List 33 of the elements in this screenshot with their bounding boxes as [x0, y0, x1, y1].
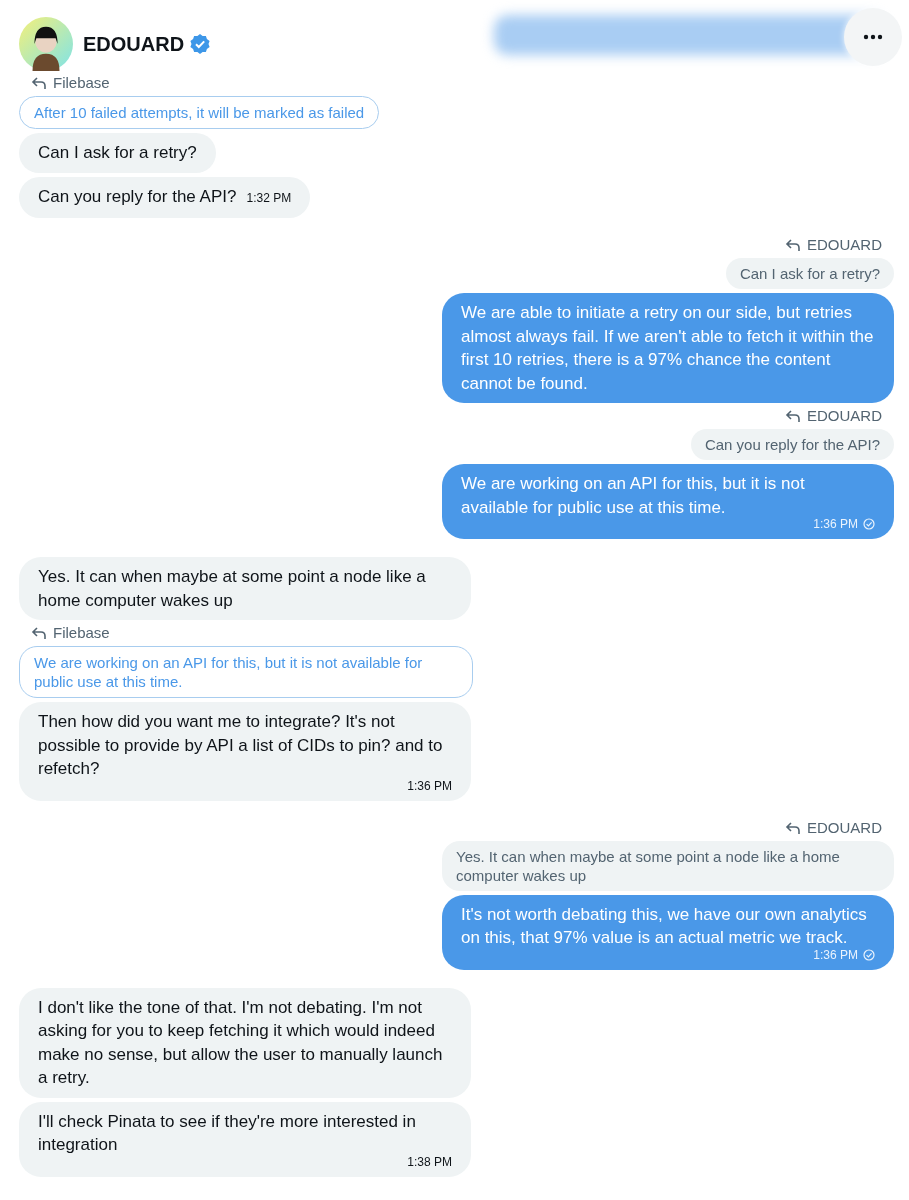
quoted-message: Can I ask for a retry?	[725, 258, 894, 289]
message-time: 1:38 PM	[407, 1154, 452, 1169]
reply-name: EDOUARD	[807, 818, 882, 837]
quoted-message: We are working on an API for this, but it is not available for public use at this time.	[19, 646, 473, 698]
reply-icon	[31, 626, 47, 640]
more-icon	[863, 34, 883, 40]
message-time: 1:32 PM	[246, 189, 292, 207]
user-name: EDOUARD	[83, 32, 185, 56]
message-time: 1:36 PM	[407, 778, 452, 793]
more-button[interactable]	[844, 8, 902, 66]
message-time: 1:36 PM	[813, 517, 858, 531]
reply-name: EDOUARD	[807, 236, 882, 254]
reply-name: EDOUARD	[807, 407, 882, 425]
avatar-icon	[19, 17, 73, 71]
message-text: We are able to initiate a retry on our side, but retries almost always fail. If we aren't able to fetch it within the first 10 retries, there is a 97% chance the content cannot be found.	[461, 303, 874, 393]
reply-icon	[785, 238, 801, 252]
message-text: We are working on an API for this, but it is not available for public use at this time.	[461, 473, 806, 519]
message-text: I don't like the tone of that. I'm not debating. I'm not asking for you to keep fetching it which would indeed make no sense, but allow the user to manually launch a retry.	[38, 997, 443, 1087]
reply-name: Filebase	[53, 74, 110, 92]
quoted-message: Yes. It can when maybe at some point a node like a home computer wakes up	[442, 840, 894, 891]
reply-icon	[785, 820, 801, 835]
reply-icon	[31, 76, 47, 90]
message-text: I'll check Pinata to see if they're more interested in integration	[38, 1110, 417, 1156]
quoted-message: After 10 failed attempts, it will be marked as failed	[19, 96, 380, 129]
reply-name: Filebase	[53, 624, 110, 642]
message-text: Can I ask for a retry?	[38, 143, 197, 162]
reply-icon	[785, 409, 801, 423]
message-text: It's not worth debating this, we have our own analytics on this, that 97% value is an actual metric we track.	[461, 903, 868, 949]
quoted-message: Can you reply for the API?	[690, 429, 894, 460]
message-text: Can you reply for the API?	[38, 186, 237, 206]
message-text: Then how did you want me to integrate? It's not possible to provide by API a list of CIDs to pin? and to refetch?	[38, 711, 444, 780]
message-time: 1:36 PM	[813, 947, 858, 962]
message-text: Yes. It can when maybe at some point a node like a home computer wakes up	[38, 567, 426, 610]
